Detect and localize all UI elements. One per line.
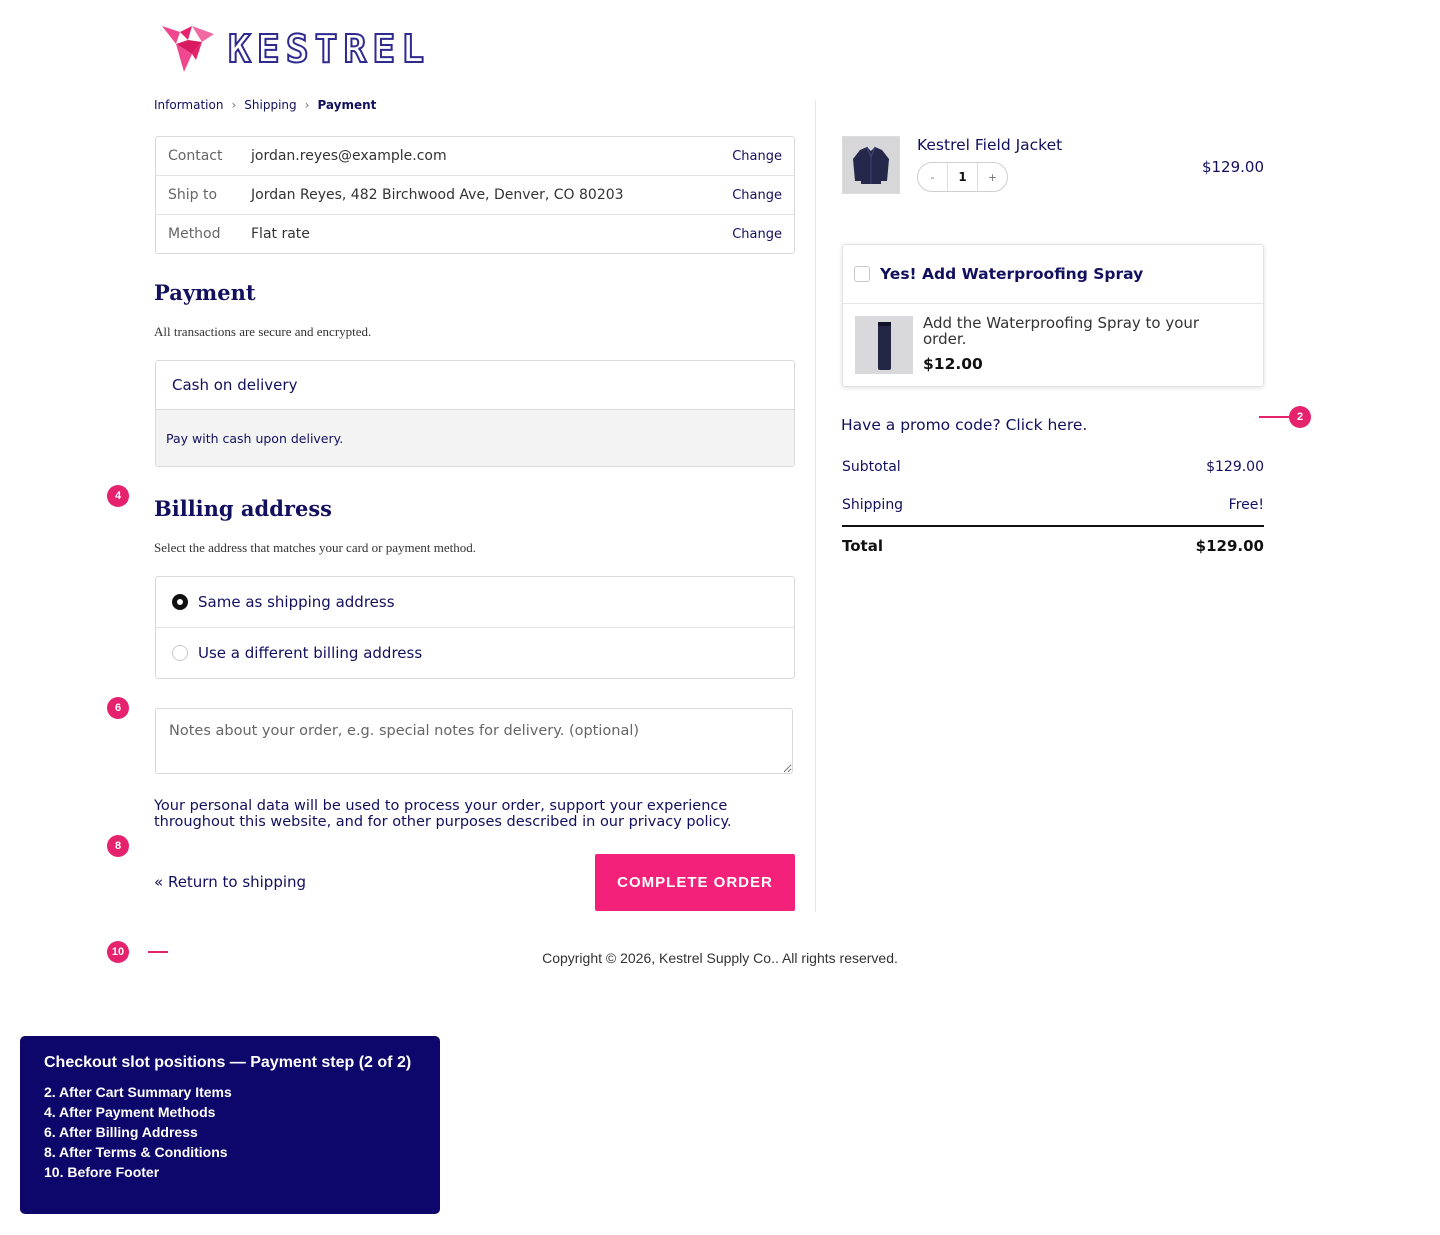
billing-option-label: Same as shipping address	[198, 593, 395, 611]
slot-marker-line	[1259, 416, 1289, 418]
product-price: $129.00	[1201, 158, 1264, 176]
shipping-value: Free!	[1228, 497, 1264, 513]
legend-item: 4. After Payment Methods	[44, 1104, 216, 1120]
payment-heading: Payment	[154, 280, 256, 305]
legend-item: 8. After Terms & Conditions	[44, 1144, 228, 1160]
checkbox-icon[interactable]	[854, 266, 870, 282]
billing-option-same[interactable]: Same as shipping address	[156, 577, 794, 628]
slot-marker-4: 4	[107, 485, 129, 507]
plus-icon[interactable]: +	[978, 171, 1007, 184]
radio-unchecked-icon[interactable]	[172, 645, 188, 661]
shipping-row: Shipping Free!	[842, 497, 1264, 513]
chevron-right-icon: ›	[304, 98, 310, 112]
upsell-offer: Yes! Add Waterproofing Spray Add the Wat…	[842, 244, 1264, 387]
change-ship-to-link[interactable]: Change	[732, 188, 782, 203]
total-label: Total	[842, 537, 883, 555]
review-label: Method	[168, 226, 221, 242]
subtotal-row: Subtotal $129.00	[842, 459, 1264, 475]
upsell-description: Add the Waterproofing Spray to your orde…	[923, 314, 1200, 348]
product-name: Kestrel Field Jacket	[917, 136, 1063, 154]
upsell-product-image	[855, 316, 913, 374]
breadcrumb-payment: Payment	[317, 98, 377, 112]
minus-icon[interactable]: -	[918, 171, 947, 184]
privacy-notice: Your personal data will be used to proce…	[154, 798, 732, 830]
shipping-label: Shipping	[842, 497, 904, 513]
review-row-ship-to: Ship to Jordan Reyes, 482 Birchwood Ave,…	[156, 176, 794, 215]
totals-divider	[842, 525, 1264, 527]
footer-copyright: Copyright © 2026, Kestrel Supply Co.. Al…	[542, 950, 898, 966]
payment-method-cod[interactable]: Cash on delivery	[156, 361, 794, 410]
breadcrumb: Information › Shipping › Payment	[154, 98, 376, 112]
radio-checked-icon[interactable]	[172, 594, 188, 610]
slot-marker-10: 10	[107, 941, 129, 963]
slot-marker-line	[148, 951, 168, 953]
billing-option-label: Use a different billing address	[198, 644, 423, 662]
product-thumbnail	[842, 136, 900, 194]
promo-code-link[interactable]: Have a promo code? Click here.	[841, 416, 1087, 434]
brand-logo[interactable]: KESTREL	[162, 24, 430, 74]
spray-can-icon	[855, 316, 913, 374]
review-value: Jordan Reyes, 482 Birchwood Ave, Denver,…	[251, 187, 624, 203]
slot-marker-8: 8	[107, 835, 129, 857]
kestrel-bird-icon	[162, 26, 214, 72]
upsell-price: $12.00	[923, 355, 983, 373]
review-row-contact: Contact jordan.reyes@example.com Change	[156, 137, 794, 176]
subtotal-label: Subtotal	[842, 459, 901, 475]
review-label: Contact	[168, 148, 223, 164]
legend-item: 6. After Billing Address	[44, 1124, 198, 1140]
complete-order-button[interactable]: COMPLETE ORDER	[595, 854, 795, 911]
slot-marker-2: 2	[1289, 406, 1311, 428]
payment-method-box: Cash on delivery Pay with cash upon deli…	[155, 360, 795, 467]
quantity-value[interactable]: 1	[947, 163, 978, 191]
order-review-box: Contact jordan.reyes@example.com Change …	[155, 136, 795, 254]
jacket-icon	[843, 137, 899, 193]
column-divider	[815, 100, 816, 912]
subtotal-value: $129.00	[1206, 459, 1264, 475]
review-row-method: Method Flat rate Change	[156, 215, 794, 253]
billing-options: Same as shipping address Use a different…	[155, 576, 795, 679]
billing-heading: Billing address	[154, 496, 332, 521]
brand-name: KESTREL	[227, 26, 431, 72]
billing-option-different[interactable]: Use a different billing address	[156, 628, 794, 678]
review-value: Flat rate	[251, 226, 310, 242]
change-contact-link[interactable]: Change	[732, 149, 782, 164]
total-value: $129.00	[1195, 537, 1264, 555]
review-value: jordan.reyes@example.com	[251, 148, 447, 164]
slot-legend: Checkout slot positions — Payment step (…	[20, 1036, 440, 1214]
chevron-right-icon: ›	[231, 98, 237, 112]
upsell-title: Yes! Add Waterproofing Spray	[880, 265, 1144, 283]
billing-subtitle: Select the address that matches your car…	[154, 540, 477, 555]
change-method-link[interactable]: Change	[732, 227, 782, 242]
payment-subtitle: All transactions are secure and encrypte…	[154, 324, 372, 339]
legend-item: 10. Before Footer	[44, 1164, 160, 1180]
total-row: Total $129.00	[842, 537, 1264, 555]
payment-method-description: Pay with cash upon delivery.	[156, 410, 794, 466]
review-label: Ship to	[168, 187, 218, 203]
quantity-stepper: - 1 +	[917, 162, 1008, 192]
breadcrumb-shipping[interactable]: Shipping	[244, 98, 296, 112]
breadcrumb-information[interactable]: Information	[154, 98, 223, 112]
legend-item: 2. After Cart Summary Items	[44, 1084, 232, 1100]
upsell-header[interactable]: Yes! Add Waterproofing Spray	[843, 245, 1263, 304]
legend-title: Checkout slot positions — Payment step (…	[44, 1054, 412, 1071]
return-to-shipping-link[interactable]: « Return to shipping	[154, 873, 306, 891]
slot-marker-6: 6	[107, 697, 129, 719]
order-notes-field[interactable]	[155, 708, 793, 774]
